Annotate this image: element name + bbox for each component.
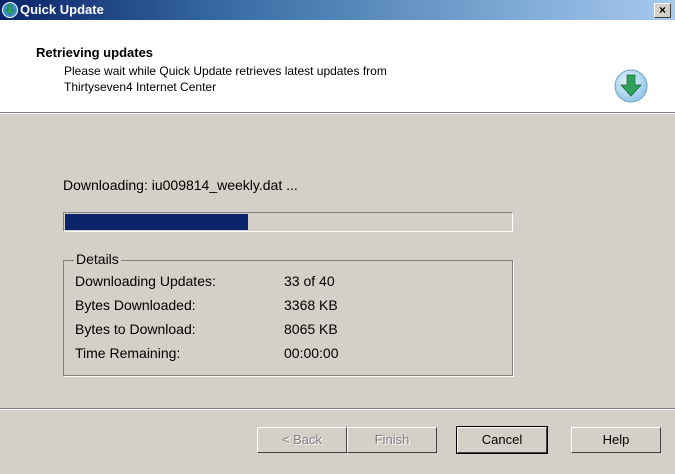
header-title: Retrieving updates (36, 45, 154, 60)
details-value: 00:00:00 (284, 345, 339, 361)
header-subtitle-line1: Please wait while Quick Update retrieves… (64, 64, 387, 78)
header-panel: Retrieving updates Please wait while Qui… (0, 20, 675, 112)
details-value: 3368 KB (284, 297, 338, 313)
details-value: 33 of 40 (284, 273, 335, 289)
details-group: Details Downloading Updates: 33 of 40 By… (63, 251, 513, 376)
window-title: Quick Update (20, 2, 104, 17)
details-legend: Details (74, 251, 121, 267)
details-label: Bytes Downloaded: (75, 297, 196, 313)
download-progress-bar (63, 212, 513, 232)
download-status-text: Downloading: iu009814_weekly.dat ... (63, 177, 298, 193)
quick-update-app-icon (2, 2, 18, 18)
download-arrow-icon (614, 69, 648, 103)
cancel-button[interactable]: Cancel (456, 426, 548, 454)
title-bar[interactable]: Quick Update × (0, 0, 675, 20)
help-button[interactable]: Help (571, 427, 661, 453)
close-button[interactable]: × (654, 3, 671, 18)
footer-separator (0, 408, 675, 410)
header-subtitle: Please wait while Quick Update retrieves… (64, 63, 484, 95)
back-button[interactable]: < Back (257, 427, 347, 453)
progress-bar-fill (65, 214, 248, 230)
finish-button[interactable]: Finish (347, 427, 437, 453)
details-label: Bytes to Download: (75, 321, 196, 337)
details-value: 8065 KB (284, 321, 338, 337)
details-label: Time Remaining: (75, 345, 181, 361)
header-separator (0, 112, 675, 114)
details-label: Downloading Updates: (75, 273, 216, 289)
header-subtitle-line2: Thirtyseven4 Internet Center (64, 80, 217, 94)
